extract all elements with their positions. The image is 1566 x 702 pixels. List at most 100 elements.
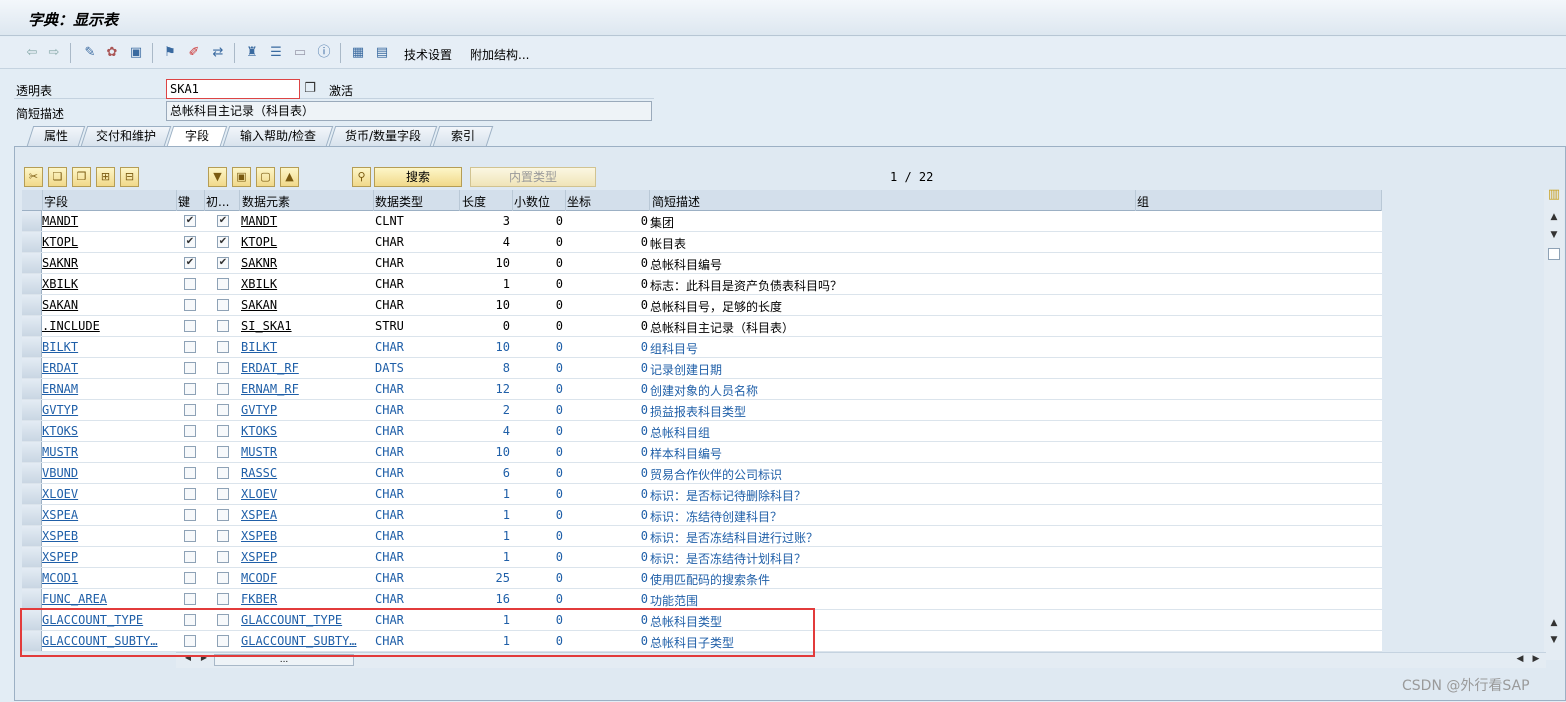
table-row[interactable]: XSPEA XSPEA CHAR 1 0 0 标识：冻结待创建科目？ (22, 505, 1382, 526)
tab-indexes[interactable]: 索引 (432, 126, 494, 146)
table-view-icon[interactable]: ▤ (374, 45, 390, 61)
data-element-cell[interactable]: SI_SKA1 (241, 319, 372, 333)
field-name-cell[interactable]: VBUND (42, 466, 175, 480)
row-selector[interactable] (22, 316, 42, 336)
row-selector[interactable] (22, 295, 42, 315)
display-change-icon[interactable]: ✎ (82, 45, 98, 61)
data-element-cell[interactable]: MUSTR (241, 445, 372, 459)
table-row[interactable]: FUNC_AREA FKBER CHAR 16 0 0 功能范围 (22, 589, 1382, 610)
row-selector[interactable] (22, 211, 42, 231)
data-element-cell[interactable]: SAKAN (241, 298, 372, 312)
column-header-data-element[interactable]: 数据元素 (242, 193, 372, 210)
initial-value-checkbox[interactable] (217, 299, 229, 311)
navigation-icon[interactable]: ⇄ (210, 45, 226, 61)
cut-icon[interactable]: ✂ (24, 167, 43, 187)
tab-delivery-maintenance[interactable]: 交付和维护 (80, 126, 172, 146)
initial-value-checkbox[interactable] (217, 320, 229, 332)
field-name-cell[interactable]: KTOPL (42, 235, 175, 249)
table-row[interactable]: KTOKS KTOKS CHAR 4 0 0 总帐科目组 (22, 421, 1382, 442)
scroll-down-bottom-icon[interactable]: ▼ (1546, 632, 1562, 648)
initial-value-checkbox[interactable] (217, 530, 229, 542)
initial-value-checkbox[interactable]: ✔ (217, 236, 229, 248)
data-element-cell[interactable]: ERNAM_RF (241, 382, 372, 396)
data-element-cell[interactable]: XBILK (241, 277, 372, 291)
field-name-cell[interactable]: XSPEB (42, 529, 175, 543)
data-element-cell[interactable]: RASSC (241, 466, 372, 480)
field-name-cell[interactable]: KTOKS (42, 424, 175, 438)
magic-wand-icon[interactable]: ✐ (186, 45, 202, 61)
collapse-icon[interactable]: ▲ (280, 167, 299, 187)
initial-value-checkbox[interactable] (217, 446, 229, 458)
initial-value-checkbox[interactable] (217, 341, 229, 353)
row-selector[interactable] (22, 421, 42, 441)
table-row[interactable]: XBILK XBILK CHAR 1 0 0 标志：此科目是资产负债表科目吗？ (22, 274, 1382, 295)
initial-value-checkbox[interactable]: ✔ (217, 215, 229, 227)
field-name-cell[interactable]: ERDAT (42, 361, 175, 375)
column-header-short-description[interactable]: 简短描述 (652, 193, 852, 210)
tab-currency-quantity[interactable]: 货币/数量字段 (328, 126, 438, 146)
data-element-cell[interactable]: SAKNR (241, 256, 372, 270)
scroll-left-icon[interactable]: ◀ (1512, 651, 1528, 667)
column-header-field[interactable]: 字段 (44, 193, 194, 210)
key-checkbox[interactable] (184, 572, 196, 584)
table-row[interactable]: SAKAN SAKAN CHAR 10 0 0 总帐科目号，足够的长度 (22, 295, 1382, 316)
field-name-cell[interactable]: XBILK (42, 277, 175, 291)
insert-row-icon[interactable]: ⊞ (96, 167, 115, 187)
key-checkbox[interactable] (184, 425, 196, 437)
column-header-length[interactable]: 长度 (462, 193, 512, 210)
paste-icon[interactable]: ❐ (72, 167, 91, 187)
field-name-cell[interactable]: FUNC_AREA (42, 592, 175, 606)
scroll-down-icon[interactable]: ▼ (1546, 227, 1562, 243)
row-selector[interactable] (22, 484, 42, 504)
search-button[interactable]: 搜索 (374, 167, 462, 187)
data-element-cell[interactable]: KTOKS (241, 424, 372, 438)
select-all-icon[interactable]: ▼ (208, 167, 227, 187)
column-header-key[interactable]: 键 (178, 193, 206, 210)
column-header-coordinate[interactable]: 坐标 (567, 193, 647, 210)
deselect-icon[interactable]: ▢ (256, 167, 275, 187)
tab-attributes[interactable]: 属性 (26, 126, 86, 146)
row-selector[interactable] (22, 442, 42, 462)
copy-rows-icon[interactable]: ❏ (48, 167, 67, 187)
key-checkbox[interactable] (184, 446, 196, 458)
table-row[interactable]: XSPEB XSPEB CHAR 1 0 0 标识：是否冻结科目进行过账？ (22, 526, 1382, 547)
data-element-cell[interactable]: XSPEP (241, 550, 372, 564)
field-name-cell[interactable]: MUSTR (42, 445, 175, 459)
key-checkbox[interactable] (184, 488, 196, 500)
table-row[interactable]: XSPEP XSPEP CHAR 1 0 0 标识：是否冻结待计划科目？ (22, 547, 1382, 568)
initial-value-checkbox[interactable] (217, 383, 229, 395)
table-name-field[interactable]: SKA1 (166, 79, 300, 99)
initial-value-checkbox[interactable] (217, 551, 229, 563)
key-checkbox[interactable] (184, 530, 196, 542)
field-name-cell[interactable]: BILKT (42, 340, 175, 354)
field-name-cell[interactable]: .INCLUDE (42, 319, 175, 333)
key-checkbox[interactable] (184, 278, 196, 290)
key-checkbox[interactable] (184, 383, 196, 395)
data-element-cell[interactable]: ERDAT_RF (241, 361, 372, 375)
data-element-cell[interactable]: FKBER (241, 592, 372, 606)
where-used-icon[interactable]: ⚑ (162, 45, 178, 61)
key-checkbox[interactable]: ✔ (184, 257, 196, 269)
field-name-cell[interactable]: SAKAN (42, 298, 175, 312)
column-header-group[interactable]: 组 (1137, 193, 1197, 210)
key-checkbox[interactable]: ✔ (184, 236, 196, 248)
table-row[interactable]: MUSTR MUSTR CHAR 10 0 0 样本科目编号 (22, 442, 1382, 463)
row-selector[interactable] (22, 400, 42, 420)
row-selector[interactable] (22, 589, 42, 609)
field-name-cell[interactable]: XLOEV (42, 487, 175, 501)
display-object-icon[interactable]: ▭ (292, 45, 308, 61)
scroll-up-icon[interactable]: ▲ (1546, 209, 1562, 225)
scroll-right-icon[interactable]: ▶ (1528, 651, 1544, 667)
initial-value-checkbox[interactable]: ✔ (217, 257, 229, 269)
key-checkbox[interactable] (184, 467, 196, 479)
key-checkbox[interactable]: ✔ (184, 215, 196, 227)
copy-icon[interactable]: ❐ (302, 81, 318, 97)
data-element-cell[interactable]: MCODF (241, 571, 372, 585)
table-row[interactable]: SAKNR SAKNR CHAR 10 0 0 总帐科目编号 ✔ ✔ (22, 253, 1382, 274)
key-checkbox[interactable] (184, 404, 196, 416)
table-row[interactable]: BILKT BILKT CHAR 10 0 0 组科目号 (22, 337, 1382, 358)
scroll-up-bottom-icon[interactable]: ▲ (1546, 615, 1562, 631)
initial-value-checkbox[interactable] (217, 593, 229, 605)
data-element-cell[interactable]: XSPEA (241, 508, 372, 522)
row-selector[interactable] (22, 253, 42, 273)
